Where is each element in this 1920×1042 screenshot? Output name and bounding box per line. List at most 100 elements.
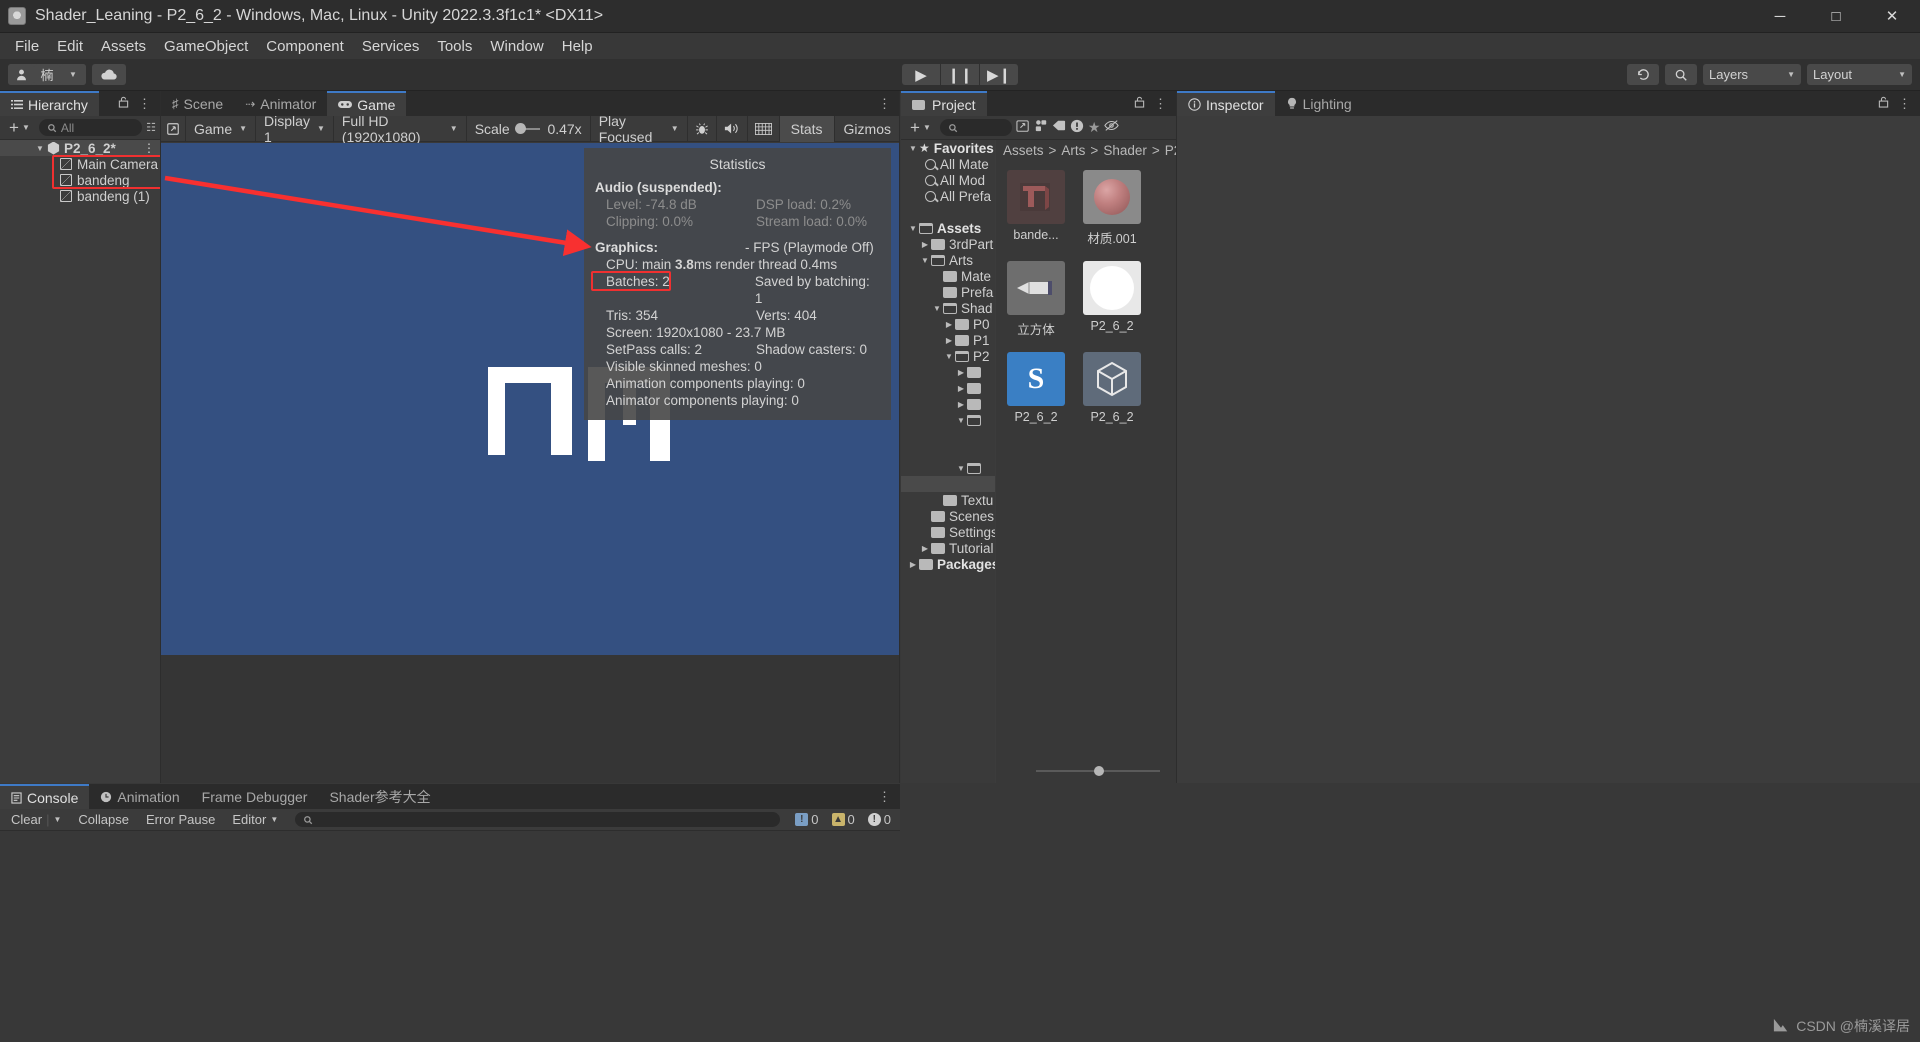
- chevron-down-icon[interactable]: ▼: [907, 224, 919, 233]
- display-dropdown[interactable]: Display 1 ▼: [256, 113, 334, 145]
- panel-menu-icon[interactable]: ⋮: [1154, 96, 1167, 112]
- asset-grid[interactable]: bande... 材质.001 立方体 P2_6_2 S P2_6_2 P2_6…: [996, 160, 1176, 434]
- hierarchy-row-main-camera[interactable]: Main Camera: [0, 156, 160, 172]
- asset-zoom-slider[interactable]: [1036, 765, 1160, 777]
- panel-menu-icon[interactable]: ⋮: [1898, 96, 1911, 112]
- warning-count-badge[interactable]: ▲ 0: [828, 812, 859, 827]
- chevron-right-icon[interactable]: ▶: [955, 400, 967, 409]
- chevron-right-icon[interactable]: ▶: [943, 336, 955, 345]
- visibility-icon[interactable]: [1104, 119, 1120, 136]
- project-tree-row[interactable]: ▼: [901, 460, 995, 476]
- collapse-button[interactable]: Collapse: [72, 811, 135, 828]
- project-tree-row[interactable]: ▼ P2: [901, 348, 995, 364]
- history-icon[interactable]: [1627, 64, 1659, 85]
- tab-shader-reference[interactable]: Shader参考大全: [318, 784, 442, 809]
- project-tree-row[interactable]: Textu: [901, 492, 995, 508]
- menu-gameobject[interactable]: GameObject: [155, 35, 257, 58]
- menu-file[interactable]: File: [6, 35, 48, 58]
- project-tree-row-selected[interactable]: [901, 476, 995, 492]
- filter-label-icon[interactable]: [1052, 119, 1066, 136]
- chevron-right-icon[interactable]: ▶: [907, 560, 919, 569]
- project-tree-row[interactable]: Scenes: [901, 508, 995, 524]
- hierarchy-row-scene[interactable]: ▼ P2_6_2* ⋮: [0, 140, 160, 156]
- tab-inspector[interactable]: Inspector: [1177, 91, 1275, 116]
- project-tree-row[interactable]: ▶ P0: [901, 316, 995, 332]
- project-tree-row[interactable]: ▶: [901, 364, 995, 380]
- maximize-button[interactable]: □: [1808, 0, 1864, 33]
- scale-slider-track[interactable]: [514, 123, 541, 134]
- chevron-down-icon[interactable]: ▼: [36, 144, 47, 153]
- tab-console[interactable]: Console: [0, 784, 90, 809]
- stats-button[interactable]: Stats: [779, 115, 835, 142]
- tab-hierarchy[interactable]: Hierarchy: [0, 91, 99, 116]
- hierarchy-filter-icon[interactable]: ☷: [146, 121, 156, 134]
- game-view[interactable]: Statistics Audio (suspended): Level: -74…: [161, 143, 900, 783]
- menu-window[interactable]: Window: [481, 35, 552, 58]
- project-tree-row[interactable]: [901, 428, 995, 444]
- asset-item[interactable]: bande...: [1004, 170, 1068, 247]
- chevron-right-icon[interactable]: ▶: [955, 384, 967, 393]
- menu-services[interactable]: Services: [353, 35, 429, 58]
- project-tree-row[interactable]: Settings: [901, 524, 995, 540]
- error-pause-button[interactable]: Error Pause: [140, 811, 221, 828]
- tab-animation[interactable]: Animation: [89, 784, 191, 809]
- search-icon[interactable]: [1665, 64, 1697, 85]
- tab-scene[interactable]: ♯ Scene: [161, 91, 235, 116]
- gizmos-button[interactable]: Gizmos: [835, 116, 900, 142]
- cloud-button[interactable]: [92, 64, 126, 85]
- chevron-down-icon[interactable]: ▼: [919, 256, 931, 265]
- project-add-button[interactable]: + ▼: [905, 119, 936, 137]
- tab-animator[interactable]: ⇢ Animator: [234, 91, 328, 116]
- hierarchy-row-bandeng[interactable]: bandeng: [0, 172, 160, 188]
- play-mode-dropdown[interactable]: Play Focused ▼: [591, 113, 688, 145]
- zoom-slider-track[interactable]: [1036, 766, 1160, 776]
- layers-dropdown[interactable]: Layers ▼: [1703, 64, 1801, 85]
- project-tree-row[interactable]: All Mod: [901, 172, 995, 188]
- minimize-button[interactable]: ─: [1752, 0, 1808, 33]
- tab-frame-debugger[interactable]: Frame Debugger: [190, 784, 319, 809]
- menu-help[interactable]: Help: [553, 35, 602, 58]
- panel-menu-icon[interactable]: ⋮: [878, 96, 891, 112]
- project-tree-row[interactable]: Prefa: [901, 284, 995, 300]
- maximize-on-play-button[interactable]: [161, 115, 186, 142]
- tab-lighting[interactable]: Lighting: [1274, 91, 1363, 116]
- menu-edit[interactable]: Edit: [48, 35, 92, 58]
- filter-type-icon[interactable]: [1034, 119, 1048, 136]
- hierarchy-tree[interactable]: ▼ P2_6_2* ⋮ Main Camera bandeng bandeng …: [0, 140, 162, 783]
- project-tree-row[interactable]: ▼ Shad: [901, 300, 995, 316]
- project-tree-row[interactable]: All Mate: [901, 156, 995, 172]
- log-count-badge[interactable]: ! 0: [791, 812, 822, 827]
- asset-item[interactable]: P2_6_2: [1080, 352, 1144, 424]
- project-content-area[interactable]: Assets > Arts > Shader > P2 bande... 材质.…: [996, 140, 1181, 783]
- chevron-down-icon[interactable]: ▼: [53, 815, 61, 824]
- scale-slider-knob[interactable]: [514, 123, 526, 134]
- step-button[interactable]: ▶❙: [980, 64, 1018, 85]
- editor-dropdown[interactable]: Editor ▼: [226, 811, 284, 828]
- chevron-down-icon[interactable]: ▼: [955, 464, 967, 473]
- filter-favorite-icon[interactable]: ★: [1088, 119, 1101, 136]
- layout-dropdown[interactable]: Layout ▼: [1807, 64, 1912, 85]
- play-button[interactable]: ▶: [902, 64, 940, 85]
- project-tree-row[interactable]: ▼ ★ Favorites: [901, 140, 995, 156]
- chevron-right-icon[interactable]: ▶: [919, 240, 931, 249]
- chevron-down-icon[interactable]: ▼: [931, 304, 943, 313]
- filter-warning-icon[interactable]: [1070, 119, 1084, 137]
- mute-audio-button[interactable]: [717, 115, 748, 142]
- panel-menu-icon[interactable]: ⋮: [878, 789, 891, 805]
- tab-project[interactable]: Project: [901, 91, 987, 116]
- chevron-right-icon[interactable]: ▶: [919, 544, 931, 553]
- menu-component[interactable]: Component: [257, 35, 353, 58]
- chevron-right-icon[interactable]: ▶: [943, 320, 955, 329]
- project-tree-row[interactable]: ▶ Packages: [901, 556, 995, 572]
- hierarchy-search-input[interactable]: All: [38, 119, 143, 136]
- project-tree-row[interactable]: All Prefa: [901, 188, 995, 204]
- panel-menu-icon[interactable]: ⋮: [138, 96, 151, 112]
- close-button[interactable]: ✕: [1864, 0, 1920, 33]
- chevron-down-icon[interactable]: ▼: [943, 352, 955, 361]
- chevron-down-icon[interactable]: ▼: [955, 416, 967, 425]
- project-tree-row[interactable]: Mate: [901, 268, 995, 284]
- save-search-icon[interactable]: [1016, 119, 1030, 136]
- project-tree-row[interactable]: ▶ P1: [901, 332, 995, 348]
- console-search-input[interactable]: [295, 812, 781, 827]
- project-search-input[interactable]: [939, 119, 1012, 136]
